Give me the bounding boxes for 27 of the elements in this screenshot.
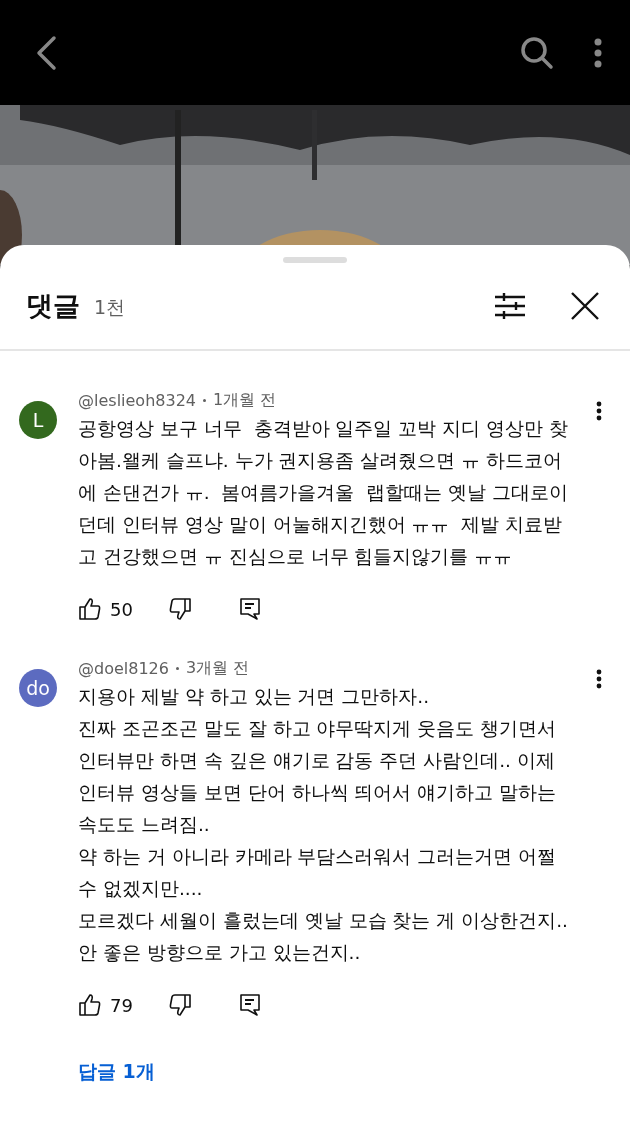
- comment-time: 1개월 전: [213, 389, 277, 411]
- author-name[interactable]: @leslieoh8324: [78, 390, 196, 410]
- avatar[interactable]: do: [19, 669, 57, 707]
- thumbs-up-icon[interactable]: [78, 597, 102, 621]
- more-icon[interactable]: [596, 669, 602, 689]
- reply-icon[interactable]: [240, 598, 260, 620]
- like-count: 79: [110, 994, 134, 1016]
- filter-icon[interactable]: [494, 293, 526, 319]
- comment-time: 3개월 전: [185, 657, 250, 679]
- search-icon[interactable]: [520, 35, 554, 70]
- more-icon[interactable]: [596, 401, 602, 421]
- close-icon[interactable]: [570, 291, 600, 321]
- more-icon[interactable]: [594, 37, 602, 68]
- reply-icon[interactable]: [240, 994, 260, 1016]
- comment-count: 1천: [94, 295, 126, 320]
- comment-text: 지용아 제발 약 하고 있는 거면 그만하자.. 진짜 조곤조곤 말도 잘 하고 야무딱지게 웃음도 챙기면서 인터뷰만 하면 속 깊은 얘기로 감동 주던 사람인데.. 이제 인터뷰 영상들 보면 단어 하나씩 띄어서 얘기하고 말하는 속도도 느려짐.. 약 하는 거 아니라 카메라 부담스러워서 그러는거면 어쩔 수 없겠지만.... 모르겠다 세월이 흘렀는데 옛날 모습 찾는 게 이상한건지.. 안 좋은 방향으로 가고 있는건지..: [78, 685, 569, 965]
- author-name[interactable]: @doel8126: [78, 658, 169, 678]
- sheet-title: 댓글: [26, 289, 80, 323]
- thumbs-down-icon[interactable]: [168, 993, 192, 1017]
- like-count: 50: [110, 598, 134, 620]
- drag-handle[interactable]: [283, 257, 347, 263]
- back-icon[interactable]: [34, 34, 58, 71]
- thumbs-down-icon[interactable]: [168, 597, 192, 621]
- comment-text: 공항영상 보구 너무 충격받아 일주일 꼬박 지디 영상만 찾아봄.왤케 슬프냐. 누가 권지용좀 살려줬으면 ㅠ 하드코어에 손댄건가 ㅠ. 봄여름가을겨울 랩할때는 옛날 그대로이던데 인터뷰 영상 말이 어눌해지긴했어 ㅠㅠ 제발 치료받고 건강했으면 ㅠ 진심으로 너무 힘들지않기를 ㅠㅠ: [78, 417, 569, 569]
- avatar[interactable]: L: [19, 401, 57, 439]
- replies-link[interactable]: 답글 1개: [78, 1059, 155, 1085]
- thumbs-up-icon[interactable]: [78, 993, 102, 1017]
